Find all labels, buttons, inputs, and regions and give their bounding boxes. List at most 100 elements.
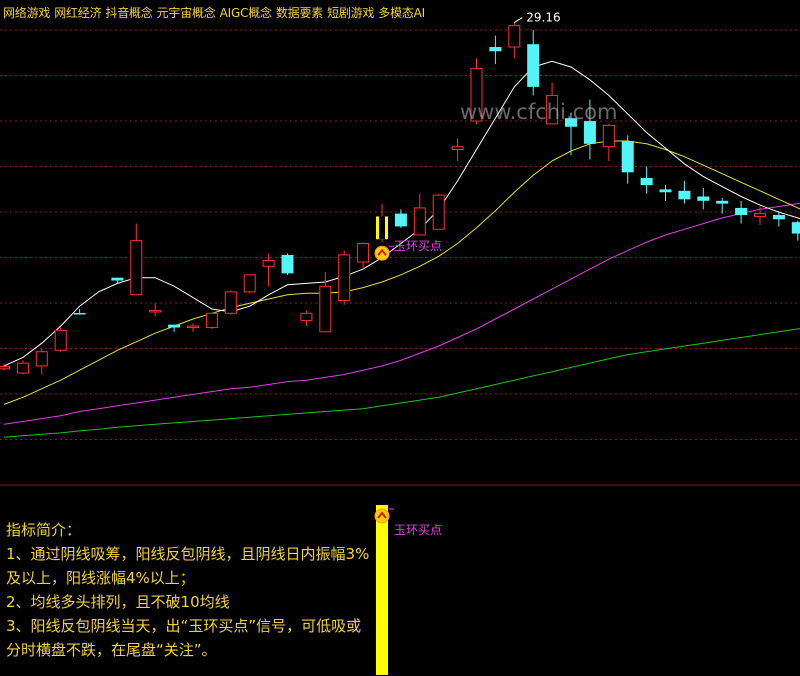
candle-body <box>281 254 294 274</box>
candle-body <box>754 213 766 217</box>
candle <box>300 310 313 327</box>
candle-body <box>187 325 199 329</box>
candle-body <box>338 254 351 301</box>
candle-body <box>168 324 181 328</box>
candle <box>432 193 445 230</box>
candle <box>338 250 351 305</box>
indicator-bar <box>376 505 388 675</box>
candle <box>697 187 710 210</box>
candle <box>754 206 766 225</box>
candle <box>168 324 181 332</box>
signal-circle <box>374 245 390 261</box>
candle-body <box>659 189 672 193</box>
candle <box>527 29 540 96</box>
candle-body <box>489 47 502 52</box>
candle-body <box>243 274 256 293</box>
candle <box>187 323 199 332</box>
candle-body <box>111 277 124 281</box>
signal-circle <box>374 508 390 524</box>
candle-body <box>262 260 275 267</box>
candle <box>376 203 388 243</box>
candle-body <box>772 215 785 220</box>
candle-body <box>432 194 445 230</box>
intro-line: 3、阳线反包阴线当天，出“玉环买点”信号，可低吸或分时横盘不跌，在尾盘“关注”。 <box>6 617 362 659</box>
candle <box>508 22 521 59</box>
candle-body <box>130 240 143 296</box>
candle <box>640 166 653 194</box>
candle <box>357 242 370 270</box>
max-price-pointer <box>514 17 523 23</box>
candle-body <box>319 285 332 333</box>
tag[interactable]: 网红经济 <box>54 6 101 20</box>
candle <box>243 274 256 294</box>
tag[interactable]: 抖音概念 <box>105 6 152 20</box>
candle-body <box>149 309 162 313</box>
signal-label-main: 玉环买点 <box>394 239 442 253</box>
candle-body <box>54 329 67 351</box>
candle <box>678 180 691 204</box>
intro-title: 指标简介： <box>6 521 82 539</box>
tag[interactable]: 元宇宙概念 <box>157 6 216 20</box>
candle <box>791 220 800 241</box>
candle <box>659 185 672 201</box>
candle-body <box>640 178 653 186</box>
candle <box>716 197 729 214</box>
ma-green-line <box>3 328 800 438</box>
candle-body <box>451 146 464 151</box>
candle-body <box>583 121 596 144</box>
candle-body <box>527 44 540 87</box>
candle <box>224 290 237 315</box>
candle-body <box>602 124 615 148</box>
watermark: www.cfchi.com <box>460 100 618 124</box>
candle-body <box>791 222 800 234</box>
candle <box>621 135 634 184</box>
tag[interactable]: 数据要素 <box>276 6 323 20</box>
candle-body <box>678 190 691 200</box>
tag[interactable]: AIGC概念 <box>220 6 272 20</box>
candle-body <box>73 312 86 315</box>
candle <box>16 360 29 375</box>
candle-body <box>716 200 729 204</box>
buy-signal-icon <box>374 245 394 261</box>
tag[interactable]: 多模态AI <box>378 6 425 20</box>
candle <box>205 312 218 329</box>
candle-body <box>205 312 218 329</box>
candle-body <box>508 25 521 48</box>
ma-yellow-line <box>3 140 800 405</box>
candle <box>54 327 67 352</box>
candle-body <box>357 243 370 263</box>
ma-magenta-line <box>3 202 800 425</box>
candle <box>413 193 426 236</box>
candle <box>35 348 48 375</box>
intro-line: 1、通过阴线吸筹，阳线反包阴线，且阴线日内振幅3%及以上，阳线涨幅4%以上； <box>6 545 370 587</box>
candle <box>262 253 275 287</box>
signal-candle-core <box>379 216 385 240</box>
tag[interactable]: 短剧游戏 <box>327 6 374 20</box>
max-price-label: 29.16 <box>526 11 560 25</box>
intro-line: 2、均线多头排列，且不破10均线 <box>6 593 230 611</box>
candle <box>149 303 162 317</box>
candle-body <box>16 362 29 374</box>
candle-body <box>35 351 48 367</box>
indicator-intro: 指标简介： 1、通过阴线吸筹，阳线反包阴线，且阴线日内振幅3%及以上，阳线涨幅4… <box>6 518 374 662</box>
candle <box>735 200 748 224</box>
candle <box>489 35 502 65</box>
candle <box>451 138 464 161</box>
candle <box>281 253 294 275</box>
candle-body <box>621 140 634 173</box>
candle-body <box>697 196 710 201</box>
candle-body <box>0 366 10 370</box>
candle-body <box>413 207 426 236</box>
candle-body <box>300 312 313 321</box>
candle <box>602 123 615 161</box>
tag[interactable]: 网络游戏 <box>3 6 50 20</box>
buy-signal-icon <box>374 508 394 524</box>
candle <box>73 309 86 315</box>
candle <box>130 223 143 296</box>
candle-body <box>735 207 748 216</box>
candle-body <box>394 213 407 227</box>
grid-lines <box>0 29 800 486</box>
concept-tags: 网络游戏 网红经济 抖音概念 元宇宙概念 AIGC概念 数据要素 短剧游戏 多模态AI <box>3 4 429 21</box>
candle-body <box>224 291 237 314</box>
signal-label-sub: 玉环买点 <box>394 523 442 537</box>
